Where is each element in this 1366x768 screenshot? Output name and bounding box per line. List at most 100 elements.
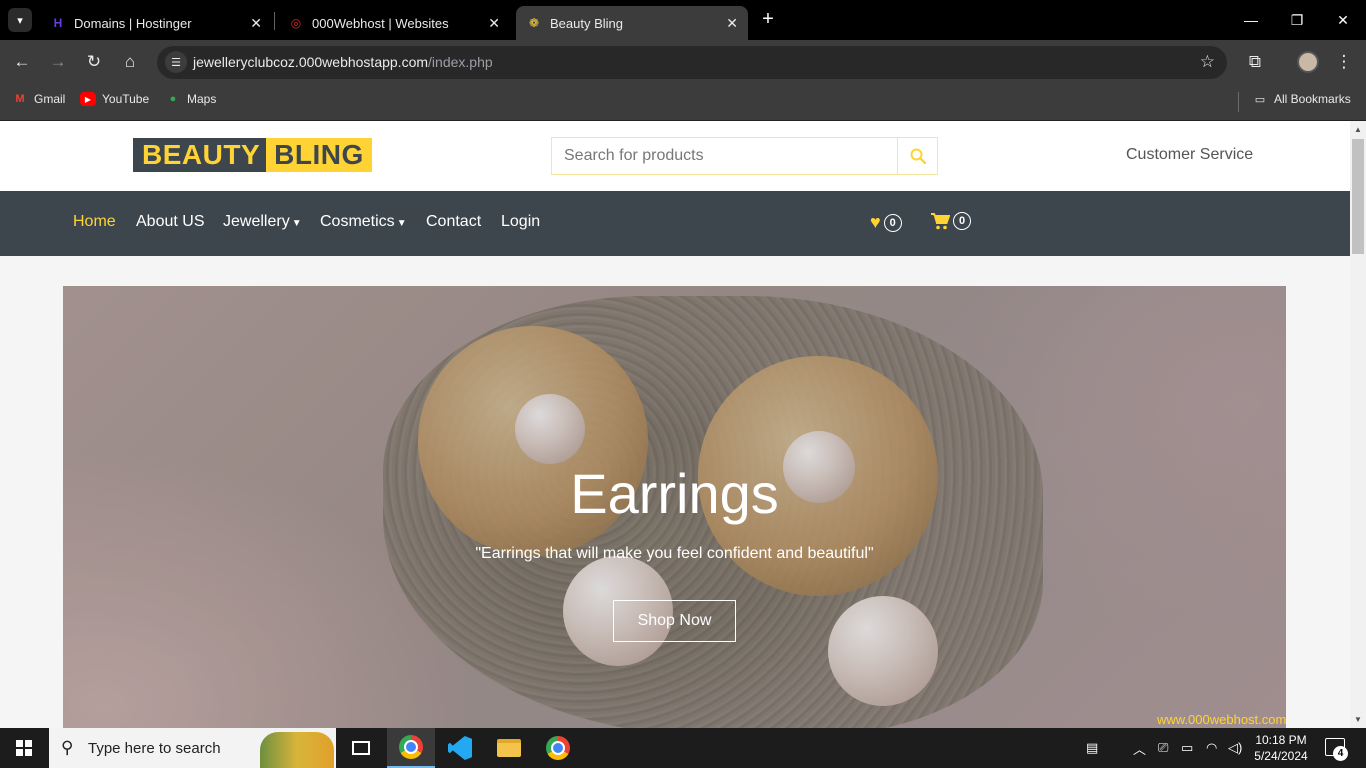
chevron-down-icon: ▼	[396, 218, 407, 229]
taskbar-chrome[interactable]	[534, 728, 582, 768]
bookmark-gmail[interactable]: M Gmail	[12, 92, 65, 106]
bookmark-label: YouTube	[102, 92, 150, 106]
tab-strip: ▾ H Domains | Hostinger ✕ ◎ 000Webhost |…	[0, 0, 1366, 40]
tab-title: 000Webhost | Websites	[312, 15, 449, 31]
address-bar[interactable]: ☰ jewelleryclubcoz.000webhostapp.com/ind…	[157, 46, 1227, 79]
tab-000webhost[interactable]: ◎ 000Webhost | Websites ✕	[278, 6, 510, 40]
back-button[interactable]: ←	[10, 50, 34, 74]
restore-button[interactable]: ❐	[1274, 0, 1320, 40]
chevron-down-icon: ▼	[291, 218, 302, 229]
nav-contact[interactable]: Contact	[426, 213, 481, 231]
customer-service-link[interactable]: Customer Service	[1126, 146, 1253, 164]
bookmark-label: Maps	[187, 92, 217, 106]
url-host: jewelleryclubcoz.000webhostapp.com	[193, 54, 429, 70]
windows-taskbar: ⚲ Type here to search ▤ ︿ ⎚ ▭ ◠ ◁) 10:18…	[0, 728, 1366, 768]
home-button[interactable]: ⌂	[118, 50, 142, 74]
folder-icon	[497, 739, 521, 757]
nav-login[interactable]: Login	[501, 213, 540, 231]
profile-avatar[interactable]	[1297, 51, 1319, 73]
new-tab-button[interactable]: +	[757, 8, 779, 30]
wifi-icon[interactable]: ◠	[1206, 728, 1217, 768]
scrollbar-thumb[interactable]	[1352, 139, 1364, 254]
close-icon[interactable]: ✕	[488, 15, 500, 32]
logo-part1: BEAUTY	[133, 138, 267, 172]
extensions-button[interactable]: ⧉	[1243, 50, 1267, 74]
reload-icon: ↻	[86, 52, 102, 71]
shop-now-button[interactable]: Shop Now	[613, 600, 736, 642]
hostinger-icon: H	[53, 16, 63, 30]
search-input[interactable]	[552, 138, 898, 174]
taskbar-clock[interactable]: 10:18 PM 5/24/2024	[1248, 732, 1314, 764]
chevron-down-icon: ▾	[17, 14, 23, 27]
bookmarks-divider	[1238, 92, 1239, 112]
site-info-icon[interactable]: ☰	[165, 51, 187, 73]
000webhost-icon: ◎	[290, 16, 302, 30]
search-icon: ⚲	[61, 738, 74, 757]
taskbar-chrome-active[interactable]	[387, 728, 435, 768]
bookmark-label: Gmail	[34, 92, 66, 106]
url-text[interactable]: jewelleryclubcoz.000webhostapp.com/index…	[193, 54, 493, 70]
site-logo[interactable]: BEAUTY BLING	[133, 138, 372, 172]
tab-beauty-bling[interactable]: ❁ Beauty Bling ✕	[516, 6, 748, 40]
hero-subtitle: "Earrings that will make you feel confid…	[475, 545, 874, 562]
all-bookmarks[interactable]: ▭ All Bookmarks	[1252, 92, 1351, 106]
all-bookmarks-label: All Bookmarks	[1274, 92, 1351, 106]
menu-button[interactable]: ⋮	[1332, 50, 1356, 74]
cart-button[interactable]: 0	[931, 212, 971, 230]
cart-count: 0	[953, 212, 971, 230]
taskbar-file-explorer[interactable]	[485, 728, 533, 768]
battery-icon[interactable]: ▭	[1181, 728, 1193, 768]
clock-time: 10:18 PM	[1255, 733, 1307, 747]
taskbar-search-placeholder: Type here to search	[88, 740, 221, 757]
000webhost-badge[interactable]: www.000webhost.com	[1157, 712, 1286, 727]
windows-start-icon[interactable]	[16, 740, 32, 756]
nav-home[interactable]: Home	[73, 213, 116, 231]
page-scrollbar[interactable]: ▲ ▼	[1350, 121, 1366, 728]
arrow-right-icon: →	[49, 52, 67, 71]
taskbar-vscode[interactable]	[436, 728, 484, 768]
nav-about[interactable]: About US	[136, 213, 204, 231]
browser-toolbar: ← → ↻ ⌂ ☰ jewelleryclubcoz.000webhostapp…	[0, 40, 1366, 84]
notification-count: 4	[1333, 746, 1348, 761]
close-icon[interactable]: ✕	[726, 15, 738, 32]
tray-chevron-icon[interactable]: ︿	[1133, 728, 1146, 768]
tab-title: Domains | Hostinger	[74, 15, 192, 31]
logo-part2: BLING	[266, 138, 372, 172]
volume-icon[interactable]: ◁)	[1228, 728, 1242, 768]
cart-icon	[931, 212, 950, 229]
minimize-button[interactable]: —	[1228, 0, 1274, 40]
heart-icon: ♥	[870, 212, 881, 232]
reload-button[interactable]: ↻	[82, 50, 106, 74]
bookmark-youtube[interactable]: ▶ YouTube	[80, 92, 149, 106]
bookmark-star-icon[interactable]: ☆	[1200, 52, 1215, 72]
nav-cosmetics-label: Cosmetics	[320, 213, 395, 230]
tab-search-button[interactable]: ▾	[8, 8, 32, 32]
nav-cosmetics[interactable]: Cosmetics ▼	[320, 213, 407, 231]
wishlist-button[interactable]: ♥ 0	[870, 212, 902, 233]
folder-icon: ▭	[1254, 93, 1266, 106]
scroll-up-icon[interactable]: ▲	[1354, 125, 1362, 134]
nav-jewellery-label: Jewellery	[223, 213, 290, 230]
close-window-button[interactable]: ✕	[1320, 0, 1366, 40]
hero-carousel-slide: Earrings "Earrings that will make you fe…	[63, 286, 1286, 728]
more-vert-icon: ⋮	[1335, 52, 1353, 71]
scroll-down-icon[interactable]: ▼	[1354, 715, 1362, 724]
youtube-icon: ▶	[80, 92, 96, 106]
tab-hostinger[interactable]: H Domains | Hostinger ✕	[40, 6, 272, 40]
bookmark-maps[interactable]: ● Maps	[165, 92, 217, 106]
news-icon[interactable]: ▤	[1086, 728, 1098, 768]
maps-icon: ●	[169, 93, 177, 105]
site-header: BEAUTY BLING Customer Service	[0, 121, 1350, 191]
task-view-button[interactable]	[337, 728, 385, 768]
taskbar-search[interactable]: ⚲ Type here to search	[49, 728, 336, 768]
puzzle-icon: ⧉	[1248, 52, 1262, 71]
search-button[interactable]	[897, 138, 937, 174]
meet-icon[interactable]: ⎚	[1158, 728, 1168, 768]
search-highlight-image	[260, 732, 334, 768]
forward-button[interactable]: →	[46, 50, 70, 74]
close-icon[interactable]: ✕	[250, 15, 262, 32]
url-path: /index.php	[428, 54, 493, 70]
product-search	[551, 137, 938, 175]
nav-jewellery[interactable]: Jewellery ▼	[223, 213, 302, 231]
beauty-bling-icon: ❁	[528, 16, 540, 30]
